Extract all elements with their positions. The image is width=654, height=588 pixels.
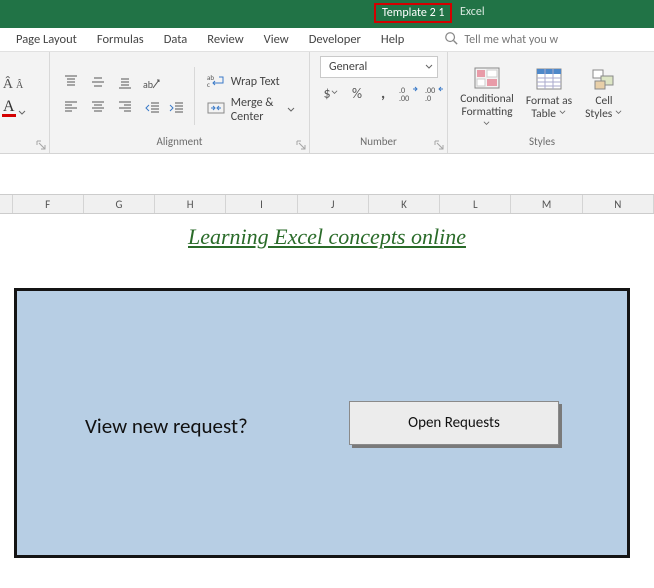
orientation-button[interactable]: ab <box>142 74 164 94</box>
tell-me-search[interactable]: Tell me what you w <box>444 31 558 49</box>
svg-text:.00: .00 <box>399 94 409 101</box>
tab-developer[interactable]: Developer <box>309 32 361 47</box>
chevron-down-icon <box>18 109 26 117</box>
alignment-grid <box>60 72 138 119</box>
title-bar: Template 2 1 Excel <box>0 0 654 28</box>
col-header[interactable]: J <box>298 195 369 213</box>
chevron-down-icon <box>287 106 295 114</box>
tell-me-label: Tell me what you w <box>464 33 558 47</box>
align-bottom-button[interactable] <box>114 72 136 92</box>
align-left-button[interactable] <box>60 97 82 117</box>
document-title: Template 2 1 <box>374 3 452 23</box>
font-color-button[interactable]: A <box>2 100 26 117</box>
tab-data[interactable]: Data <box>164 32 188 47</box>
cell-styles-button[interactable]: Cell Styles <box>582 63 626 129</box>
col-header[interactable]: G <box>84 195 155 213</box>
group-styles: Conditional Formatting Format as Table C… <box>448 52 636 153</box>
format-table-icon <box>533 65 565 93</box>
decrease-indent-button[interactable] <box>142 98 164 118</box>
cell-styles-label: Cell Styles <box>585 94 612 121</box>
merge-center-button[interactable]: Merge & Center <box>203 98 299 122</box>
dialog-launcher-icon[interactable] <box>36 140 46 150</box>
group-label-styles: Styles <box>458 135 626 151</box>
wrap-text-button[interactable]: abc Wrap Text <box>203 70 299 94</box>
svg-text:.00: .00 <box>425 86 435 96</box>
col-header[interactable]: H <box>155 195 226 213</box>
col-header[interactable]: K <box>369 195 440 213</box>
merge-label: Merge & Center <box>231 96 281 124</box>
group-label-number: Number <box>320 135 437 151</box>
ribbon-tabs: Page Layout Formulas Data Review View De… <box>0 28 654 52</box>
tab-help[interactable]: Help <box>381 32 404 47</box>
col-gutter <box>0 195 13 213</box>
tab-page-layout[interactable]: Page Layout <box>16 32 77 47</box>
align-middle-button[interactable] <box>87 72 109 92</box>
increase-indent-button[interactable] <box>166 98 188 118</box>
lightbulb-icon <box>444 31 458 49</box>
grow-shrink-font[interactable]: ÂÂ <box>2 74 24 96</box>
comma-button[interactable]: , <box>372 82 394 104</box>
col-header[interactable]: M <box>511 195 582 213</box>
accounting-format-button[interactable]: $ <box>320 82 342 104</box>
align-center-button[interactable] <box>87 97 109 117</box>
svg-text:ab: ab <box>143 78 153 91</box>
group-alignment: ab abc Wrap Text Merge & Center Ali <box>50 52 310 153</box>
group-font: ÂÂ A <box>0 52 50 153</box>
dialog-launcher-icon[interactable] <box>434 140 444 150</box>
percent-button[interactable]: % <box>346 82 368 104</box>
chevron-down-icon <box>425 63 433 71</box>
col-header[interactable]: I <box>226 195 297 213</box>
col-header[interactable]: N <box>583 195 654 213</box>
wrap-text-icon: abc <box>207 72 225 92</box>
ribbon: ÂÂ A ab <box>0 52 654 154</box>
watermark-text: Learning Excel concepts online <box>0 224 654 250</box>
align-top-button[interactable] <box>60 72 82 92</box>
svg-text:c: c <box>207 80 210 88</box>
tab-review[interactable]: Review <box>207 32 243 47</box>
column-headers: F G H I J K L M N <box>0 194 654 214</box>
increase-decimal-button[interactable]: .0.00 <box>398 82 420 104</box>
tab-view[interactable]: View <box>264 32 289 47</box>
prompt-label: View new request? <box>85 413 248 439</box>
cond-label: Conditional Formatting <box>460 92 514 119</box>
request-panel: View new request? Open Requests <box>14 288 630 558</box>
open-requests-button[interactable]: Open Requests <box>349 401 559 445</box>
svg-text:ab: ab <box>207 73 214 82</box>
number-format-combo[interactable]: General <box>320 56 438 78</box>
cell-styles-icon <box>588 65 620 93</box>
align-right-button[interactable] <box>114 97 136 117</box>
tab-formulas[interactable]: Formulas <box>97 32 144 47</box>
svg-text:.0: .0 <box>425 94 431 101</box>
format-as-table-button[interactable]: Format as Table <box>520 63 578 129</box>
app-name: Excel <box>460 5 485 19</box>
group-label-alignment: Alignment <box>60 135 299 151</box>
group-number: General $ % , .0.00 .00.0 Number <box>310 52 448 153</box>
col-header[interactable]: F <box>13 195 84 213</box>
number-format-value: General <box>329 60 367 74</box>
decrease-decimal-button[interactable]: .00.0 <box>424 82 446 104</box>
conditional-formatting-button[interactable]: Conditional Formatting <box>458 63 516 129</box>
conditional-formatting-icon <box>471 65 503 91</box>
col-header[interactable]: L <box>440 195 511 213</box>
merge-icon <box>207 100 225 120</box>
wrap-text-label: Wrap Text <box>231 75 280 89</box>
svg-text:.0: .0 <box>399 86 405 96</box>
dialog-launcher-icon[interactable] <box>296 140 306 150</box>
